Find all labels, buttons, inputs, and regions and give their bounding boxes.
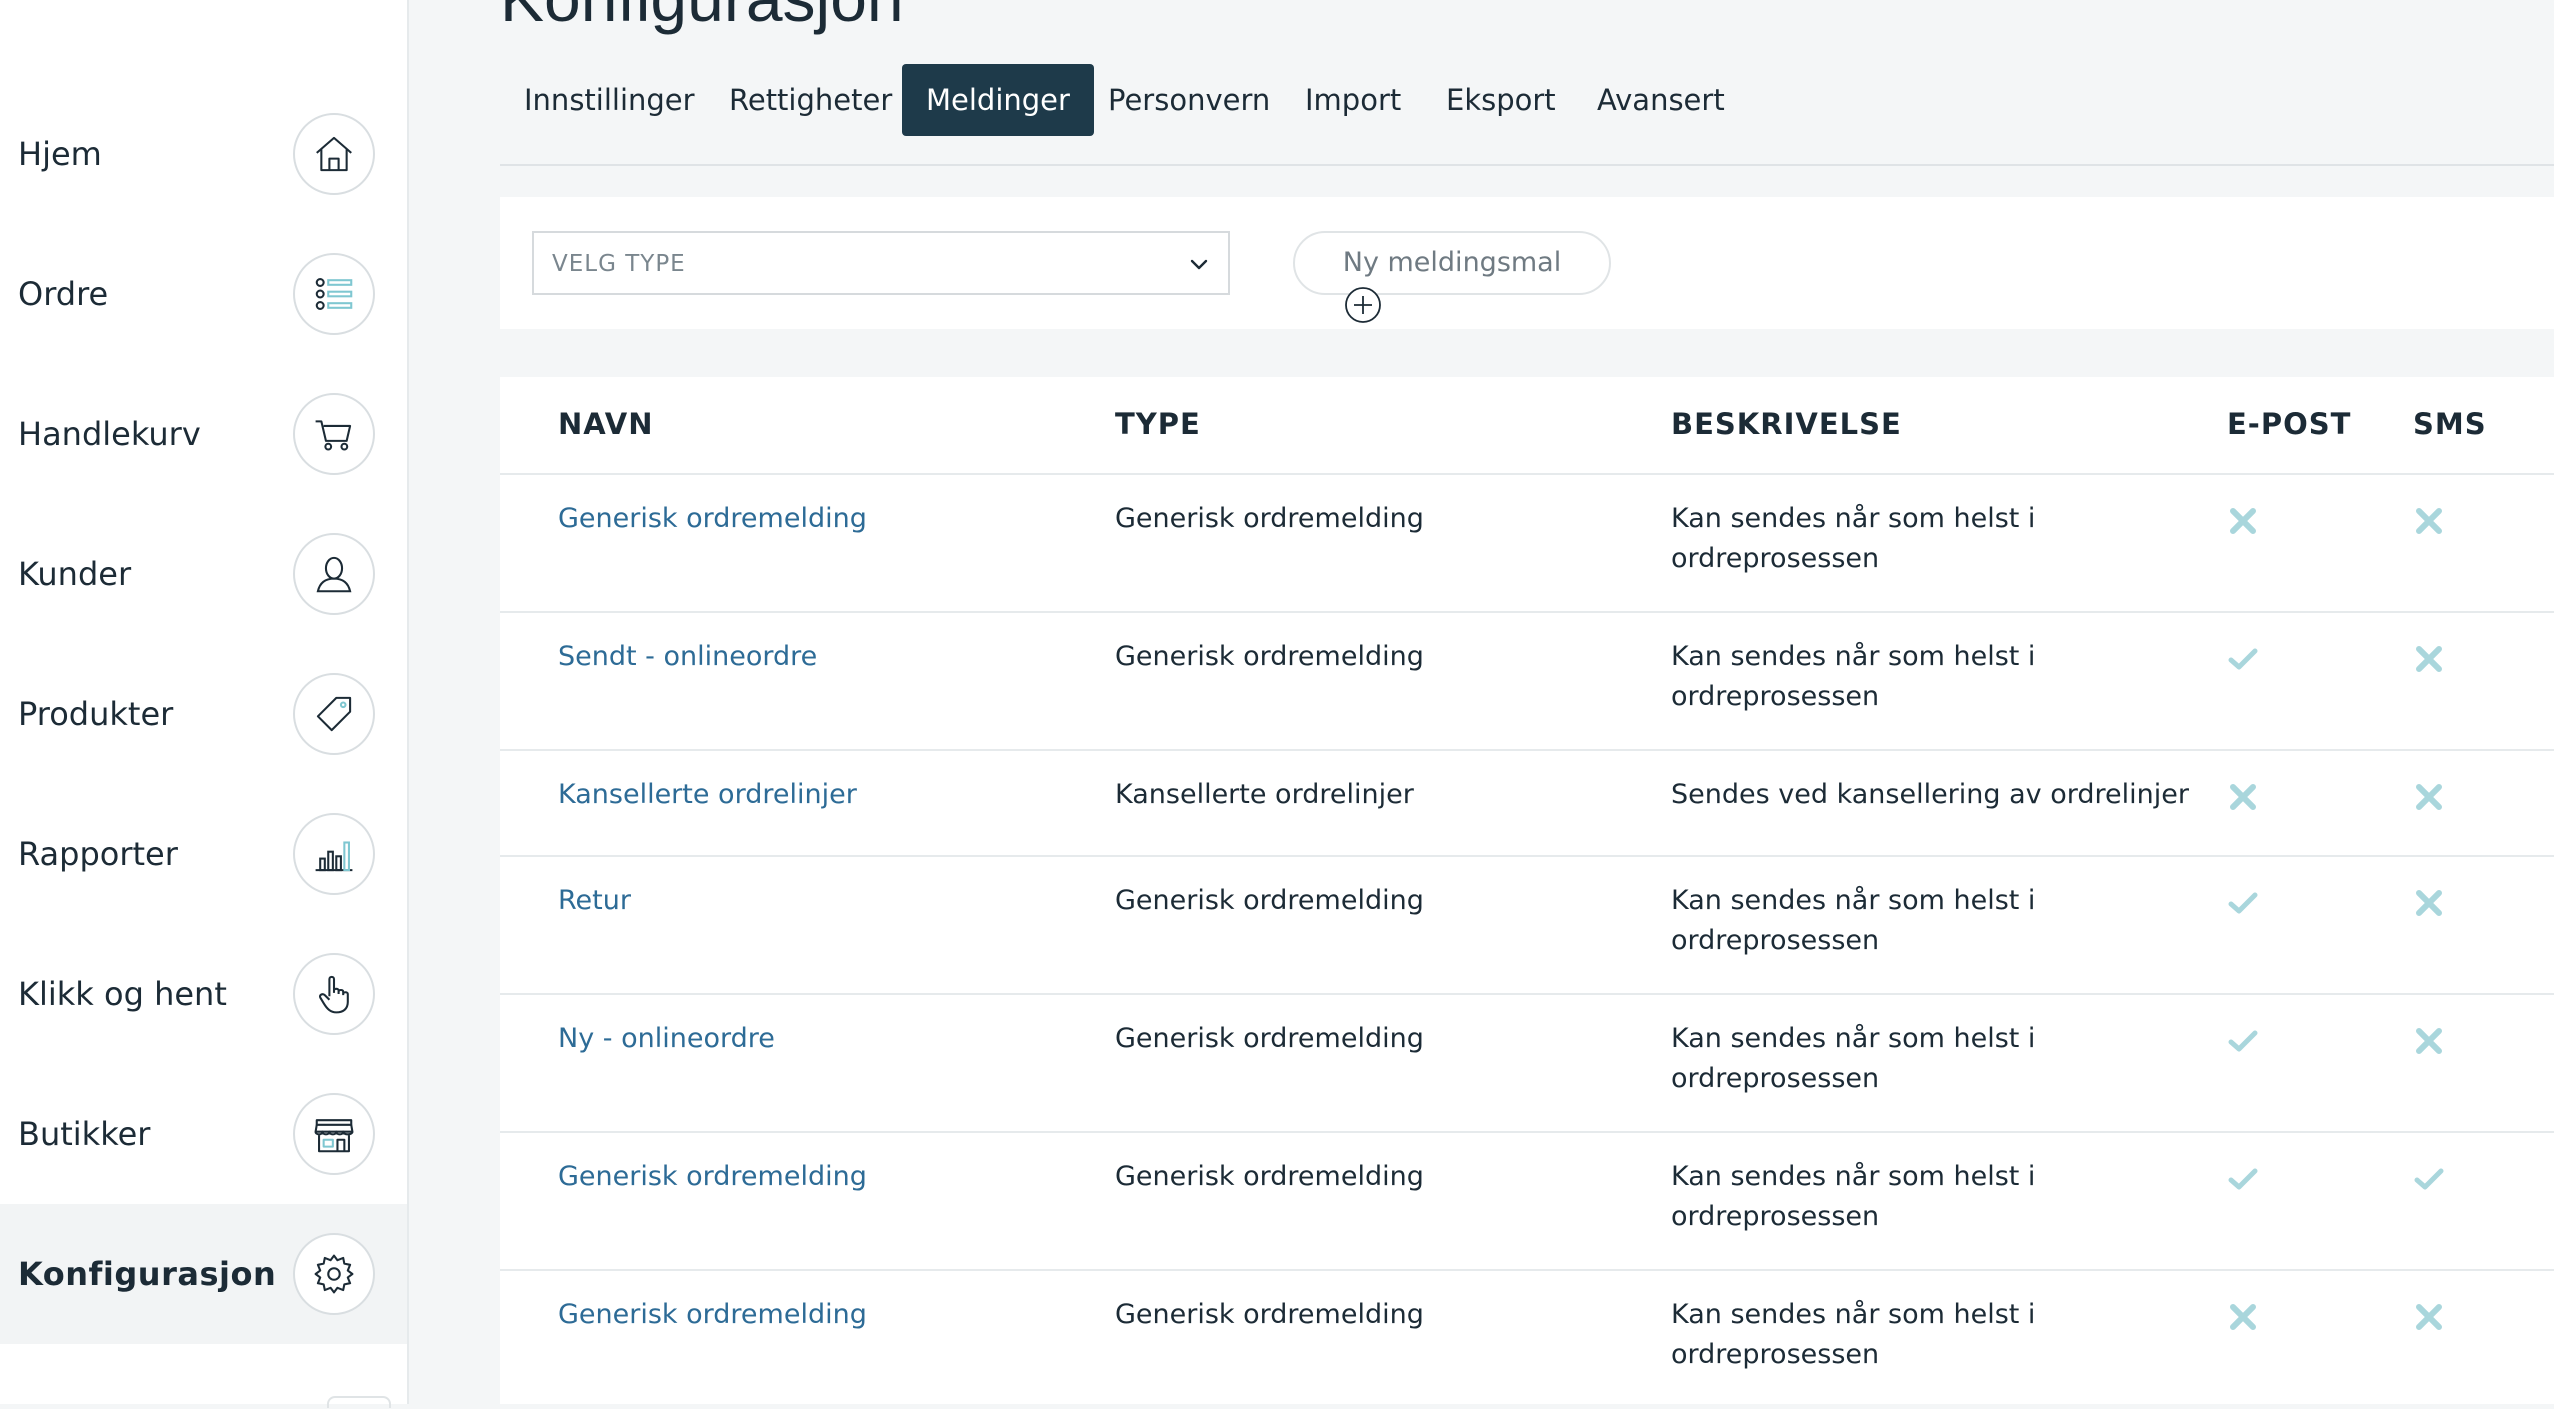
email-enabled-check-icon xyxy=(2226,642,2260,676)
template-description-line2: ordreprosessen xyxy=(1671,1063,1880,1094)
email-enabled-check-icon xyxy=(2226,886,2260,920)
table-row: Ny - onlineordre Generisk ordremelding Kan… xyxy=(500,993,2554,1133)
template-description: Kan sendes når som helst i xyxy=(1671,641,2036,672)
template-type: Generisk ordremelding xyxy=(1115,885,1424,916)
hand-pointer-icon xyxy=(293,953,375,1035)
template-name-link[interactable]: Kansellerte ordrelinjer xyxy=(558,775,857,815)
sidebar-scroll-stub xyxy=(327,1396,391,1408)
sidebar-item-hjem[interactable]: Hjem xyxy=(0,84,407,224)
sms-disabled-x-icon xyxy=(2412,642,2446,676)
template-description-line2: ordreprosessen xyxy=(1671,925,1880,956)
tab-bar: Innstillinger Rettigheter Meldinger Pers… xyxy=(500,64,2554,136)
sms-disabled-x-icon xyxy=(2412,504,2446,538)
template-description: Sendes ved kansellering av ordrelinjer xyxy=(1671,779,2189,810)
tabs-divider xyxy=(500,164,2554,166)
list-icon xyxy=(293,253,375,335)
sms-disabled-x-icon xyxy=(2412,1300,2446,1334)
tab-rettigheter[interactable]: Rettigheter xyxy=(705,64,916,136)
store-icon xyxy=(293,1093,375,1175)
user-icon xyxy=(293,533,375,615)
template-description: Kan sendes når som helst i xyxy=(1671,885,2036,916)
template-type: Kansellerte ordrelinjer xyxy=(1115,779,1414,810)
table-row: Generisk ordremelding Generisk ordremeldi… xyxy=(500,1269,2554,1409)
template-name-link[interactable]: Sendt - onlineordre xyxy=(558,637,817,677)
template-type: Generisk ordremelding xyxy=(1115,1299,1424,1330)
table-row: Generisk ordremelding Generisk ordremeldi… xyxy=(500,1131,2554,1271)
sidebar-item-produkter[interactable]: Produkter xyxy=(0,644,407,784)
column-header-type: TYPE xyxy=(1115,407,1201,441)
gear-icon xyxy=(293,1233,375,1315)
sidebar-item-label: Konfigurasjon xyxy=(18,1255,277,1293)
template-name-link[interactable]: Retur xyxy=(558,881,631,921)
sidebar-item-butikker[interactable]: Butikker xyxy=(0,1064,407,1204)
sidebar: Hjem Ordre Handlekurv Kunder Produkter R… xyxy=(0,0,409,1408)
sidebar-item-label: Produkter xyxy=(18,695,174,733)
tab-import[interactable]: Import xyxy=(1281,64,1425,136)
new-message-template-button[interactable]: Ny meldingsmal xyxy=(1293,231,1611,295)
template-description: Kan sendes når som helst i xyxy=(1671,1299,2036,1330)
sidebar-item-label: Klikk og hent xyxy=(18,975,227,1013)
table-row: Generisk ordremelding Generisk ordremeldi… xyxy=(500,473,2554,613)
column-header-e-post: E-POST xyxy=(2227,407,2352,441)
sidebar-item-label: Rapporter xyxy=(18,835,178,873)
type-select-value: VELG TYPE xyxy=(552,251,686,277)
template-name-link[interactable]: Generisk ordremelding xyxy=(558,1295,867,1335)
email-enabled-check-icon xyxy=(2226,1024,2260,1058)
tab-meldinger[interactable]: Meldinger xyxy=(902,64,1094,136)
tag-icon xyxy=(293,673,375,755)
email-disabled-x-icon xyxy=(2226,1300,2260,1334)
template-description: Kan sendes når som helst i xyxy=(1671,1161,2036,1192)
template-type: Generisk ordremelding xyxy=(1115,503,1424,534)
home-icon xyxy=(293,113,375,195)
template-description-line2: ordreprosessen xyxy=(1671,681,1880,712)
sidebar-item-label: Ordre xyxy=(18,275,109,313)
column-header-navn: NAVN xyxy=(558,407,654,441)
sidebar-item-label: Kunder xyxy=(18,555,132,593)
email-disabled-x-icon xyxy=(2226,780,2260,814)
template-name-link[interactable]: Generisk ordremelding xyxy=(558,499,867,539)
messages-table: NAVN TYPE BESKRIVELSE E-POST SMS Generis… xyxy=(500,377,2554,1404)
table-row: Retur Generisk ordremelding Kan sendes når… xyxy=(500,855,2554,995)
template-type: Generisk ordremelding xyxy=(1115,1023,1424,1054)
cart-icon xyxy=(293,393,375,475)
table-row: Kansellerte ordrelinjer Kansellerte ordre… xyxy=(500,749,2554,857)
column-header-beskrivelse: BESKRIVELSE xyxy=(1671,407,1902,441)
sms-disabled-x-icon xyxy=(2412,780,2446,814)
sidebar-item-label: Hjem xyxy=(18,135,102,173)
tab-personvern[interactable]: Personvern xyxy=(1084,64,1294,136)
template-type: Generisk ordremelding xyxy=(1115,641,1424,672)
tab-eksport[interactable]: Eksport xyxy=(1422,64,1580,136)
template-description: Kan sendes når som helst i xyxy=(1671,503,2036,534)
bar-chart-icon xyxy=(293,813,375,895)
type-select[interactable]: VELG TYPE xyxy=(532,231,1230,295)
sms-enabled-check-icon xyxy=(2412,1162,2446,1196)
plus-circle-icon[interactable] xyxy=(1343,285,1383,325)
filter-bar: VELG TYPE Ny meldingsmal xyxy=(500,197,2554,329)
template-description-line2: ordreprosessen xyxy=(1671,543,1880,574)
chevron-down-icon xyxy=(1190,259,1208,270)
sms-disabled-x-icon xyxy=(2412,886,2446,920)
template-description: Kan sendes når som helst i xyxy=(1671,1023,2036,1054)
sms-disabled-x-icon xyxy=(2412,1024,2446,1058)
sidebar-item-kunder[interactable]: Kunder xyxy=(0,504,407,644)
tab-avansert[interactable]: Avansert xyxy=(1573,64,1749,136)
template-type: Generisk ordremelding xyxy=(1115,1161,1424,1192)
table-row: Sendt - onlineordre Generisk ordremelding… xyxy=(500,611,2554,751)
sidebar-item-label: Handlekurv xyxy=(18,415,201,453)
sidebar-item-handlekurv[interactable]: Handlekurv xyxy=(0,364,407,504)
template-name-link[interactable]: Generisk ordremelding xyxy=(558,1157,867,1197)
sidebar-item-klikk-og-hent[interactable]: Klikk og hent xyxy=(0,924,407,1064)
column-header-sms: SMS xyxy=(2413,407,2487,441)
template-name-link[interactable]: Ny - onlineordre xyxy=(558,1019,775,1059)
sidebar-item-label: Butikker xyxy=(18,1115,151,1153)
tab-innstillinger[interactable]: Innstillinger xyxy=(500,64,719,136)
template-description-line2: ordreprosessen xyxy=(1671,1201,1880,1232)
sidebar-item-ordre[interactable]: Ordre xyxy=(0,224,407,364)
template-description-line2: ordreprosessen xyxy=(1671,1339,1880,1370)
sidebar-item-rapporter[interactable]: Rapporter xyxy=(0,784,407,924)
email-enabled-check-icon xyxy=(2226,1162,2260,1196)
page-title: Konfigurasjon xyxy=(500,0,904,36)
sidebar-item-konfigurasjon[interactable]: Konfigurasjon xyxy=(0,1204,407,1344)
email-disabled-x-icon xyxy=(2226,504,2260,538)
